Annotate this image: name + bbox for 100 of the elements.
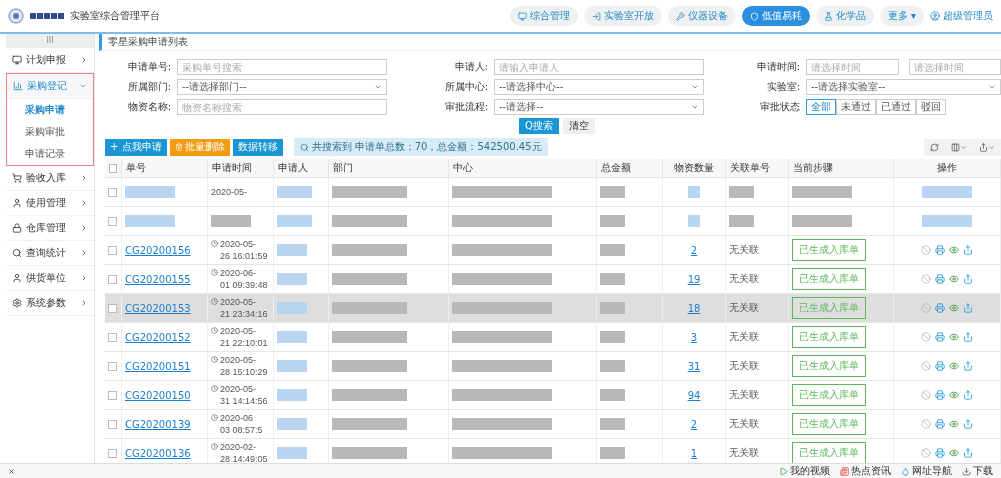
quantity-link[interactable]: 2 — [690, 244, 698, 256]
sidebar-subitem[interactable]: 申请记录 — [7, 143, 93, 165]
column-header[interactable]: 申请时间 — [208, 159, 274, 178]
checkbox[interactable] — [108, 187, 117, 197]
status-option[interactable]: 全部 — [806, 99, 836, 115]
status-option[interactable]: 未通过 — [836, 99, 876, 115]
view-button[interactable] — [949, 419, 959, 429]
sidebar-item[interactable]: 采购登记 — [7, 74, 93, 99]
print-button[interactable] — [935, 390, 945, 400]
sidebar-subitem[interactable]: 采购审批 — [7, 121, 93, 143]
export-button[interactable] — [963, 303, 973, 313]
export-button[interactable] — [973, 138, 1001, 156]
print-button[interactable] — [935, 361, 945, 371]
view-button[interactable] — [949, 332, 959, 342]
status-option[interactable]: 驳回 — [916, 99, 946, 115]
view-button[interactable] — [949, 303, 959, 313]
column-header[interactable]: 部门 — [329, 159, 449, 178]
checkbox[interactable] — [109, 163, 117, 173]
sidebar-subitem[interactable]: 采购申请 — [7, 99, 93, 121]
view-button[interactable] — [949, 448, 959, 458]
export-button[interactable] — [963, 361, 973, 371]
order-link[interactable]: CG20200152 — [125, 331, 191, 343]
print-button[interactable] — [935, 419, 945, 429]
print-button[interactable] — [935, 245, 945, 255]
clear-button[interactable]: 清空 — [562, 118, 595, 134]
checkbox[interactable] — [108, 274, 117, 284]
view-button[interactable] — [949, 245, 959, 255]
redacted-block — [688, 186, 700, 198]
nav-tab[interactable]: 化学品 — [815, 6, 874, 26]
time-text: 2020-05- — [211, 186, 248, 198]
order-link[interactable]: CG20200139 — [125, 418, 191, 430]
text-field[interactable]: 请输入申请人 — [494, 59, 704, 75]
view-button[interactable] — [949, 274, 959, 284]
export-button[interactable] — [963, 245, 973, 255]
caret-icon — [691, 83, 699, 91]
nav-tab[interactable]: 综合管理 — [509, 6, 578, 26]
column-header[interactable]: 物资数量 — [663, 159, 726, 178]
user-link[interactable]: 超级管理员 — [930, 9, 993, 23]
nav-tab[interactable]: 仪器设备 — [667, 6, 736, 26]
clock-icon — [211, 443, 218, 450]
quantity-link[interactable]: 31 — [687, 360, 701, 372]
quantity-link[interactable]: 3 — [690, 331, 698, 343]
date-field[interactable]: 请选择时间 — [806, 59, 899, 75]
column-header[interactable]: 中心 — [449, 159, 597, 178]
print-button[interactable] — [935, 332, 945, 342]
quantity-link[interactable]: 2 — [690, 418, 698, 430]
column-header[interactable]: 总金额 — [597, 159, 663, 178]
checkbox[interactable] — [108, 332, 117, 342]
print-button[interactable] — [935, 274, 945, 284]
select-field[interactable]: --请选择实验室-- — [806, 79, 1001, 95]
text-field[interactable]: 采购单号搜索 — [177, 59, 387, 75]
order-link[interactable]: CG20200155 — [125, 273, 191, 285]
select-field[interactable]: --请选择-- — [494, 99, 704, 115]
bottom-bar-link[interactable]: 下载 — [962, 464, 993, 478]
view-button[interactable] — [949, 361, 959, 371]
bottom-bar-link[interactable]: 我的视频 — [779, 464, 830, 478]
bottom-bar-link[interactable]: 网址导航 — [901, 464, 952, 478]
quantity-link[interactable]: 19 — [687, 273, 701, 285]
order-link[interactable]: CG20200136 — [125, 447, 191, 459]
related-text: 无关联 — [729, 446, 759, 460]
close-icon[interactable] — [8, 467, 15, 475]
select-field[interactable]: --请选择中心-- — [494, 79, 704, 95]
quantity-link[interactable]: 94 — [687, 389, 701, 401]
export-button[interactable] — [963, 332, 973, 342]
date-field[interactable]: 请选择时间 — [908, 59, 1001, 75]
export-button[interactable] — [963, 419, 973, 429]
redacted-block — [277, 273, 307, 285]
checkbox[interactable] — [108, 303, 117, 313]
checkbox[interactable] — [108, 216, 117, 226]
export-button[interactable] — [963, 274, 973, 284]
chevron-icon — [80, 299, 88, 307]
column-header[interactable]: 当前步骤 — [789, 159, 894, 178]
nav-tab[interactable]: 实验室开放 — [583, 6, 662, 26]
checkbox[interactable] — [108, 361, 117, 371]
refresh-button[interactable] — [924, 138, 945, 156]
text-field[interactable]: 物资名称搜索 — [177, 99, 387, 115]
select-field[interactable]: --请选择部门-- — [177, 79, 387, 95]
column-header[interactable]: 申请人 — [274, 159, 329, 178]
export-button[interactable] — [963, 448, 973, 458]
redacted-block — [277, 215, 312, 227]
order-link[interactable]: CG20200156 — [125, 244, 191, 256]
quantity-link[interactable]: 1 — [690, 447, 698, 459]
column-header[interactable]: 操作 — [894, 159, 1001, 178]
clock-icon — [211, 269, 218, 276]
export-button[interactable] — [963, 390, 973, 400]
order-link[interactable]: CG20200150 — [125, 389, 191, 401]
checkbox[interactable] — [108, 390, 117, 400]
column-header[interactable]: 单号 — [122, 159, 208, 178]
checkbox[interactable] — [108, 245, 117, 255]
status-option[interactable]: 已通过 — [876, 99, 916, 115]
checkbox[interactable] — [108, 419, 117, 429]
nav-tab[interactable]: 更多 ▾ — [879, 6, 924, 26]
bottom-bar-link[interactable]: 热点资讯 — [840, 464, 891, 478]
column-header[interactable]: 关联单号 — [726, 159, 789, 178]
checkbox[interactable] — [108, 448, 117, 458]
print-button[interactable] — [935, 303, 945, 313]
order-link[interactable]: CG20200151 — [125, 360, 191, 372]
print-button[interactable] — [935, 448, 945, 458]
related-text: 无关联 — [729, 417, 759, 431]
view-button[interactable] — [949, 390, 959, 400]
